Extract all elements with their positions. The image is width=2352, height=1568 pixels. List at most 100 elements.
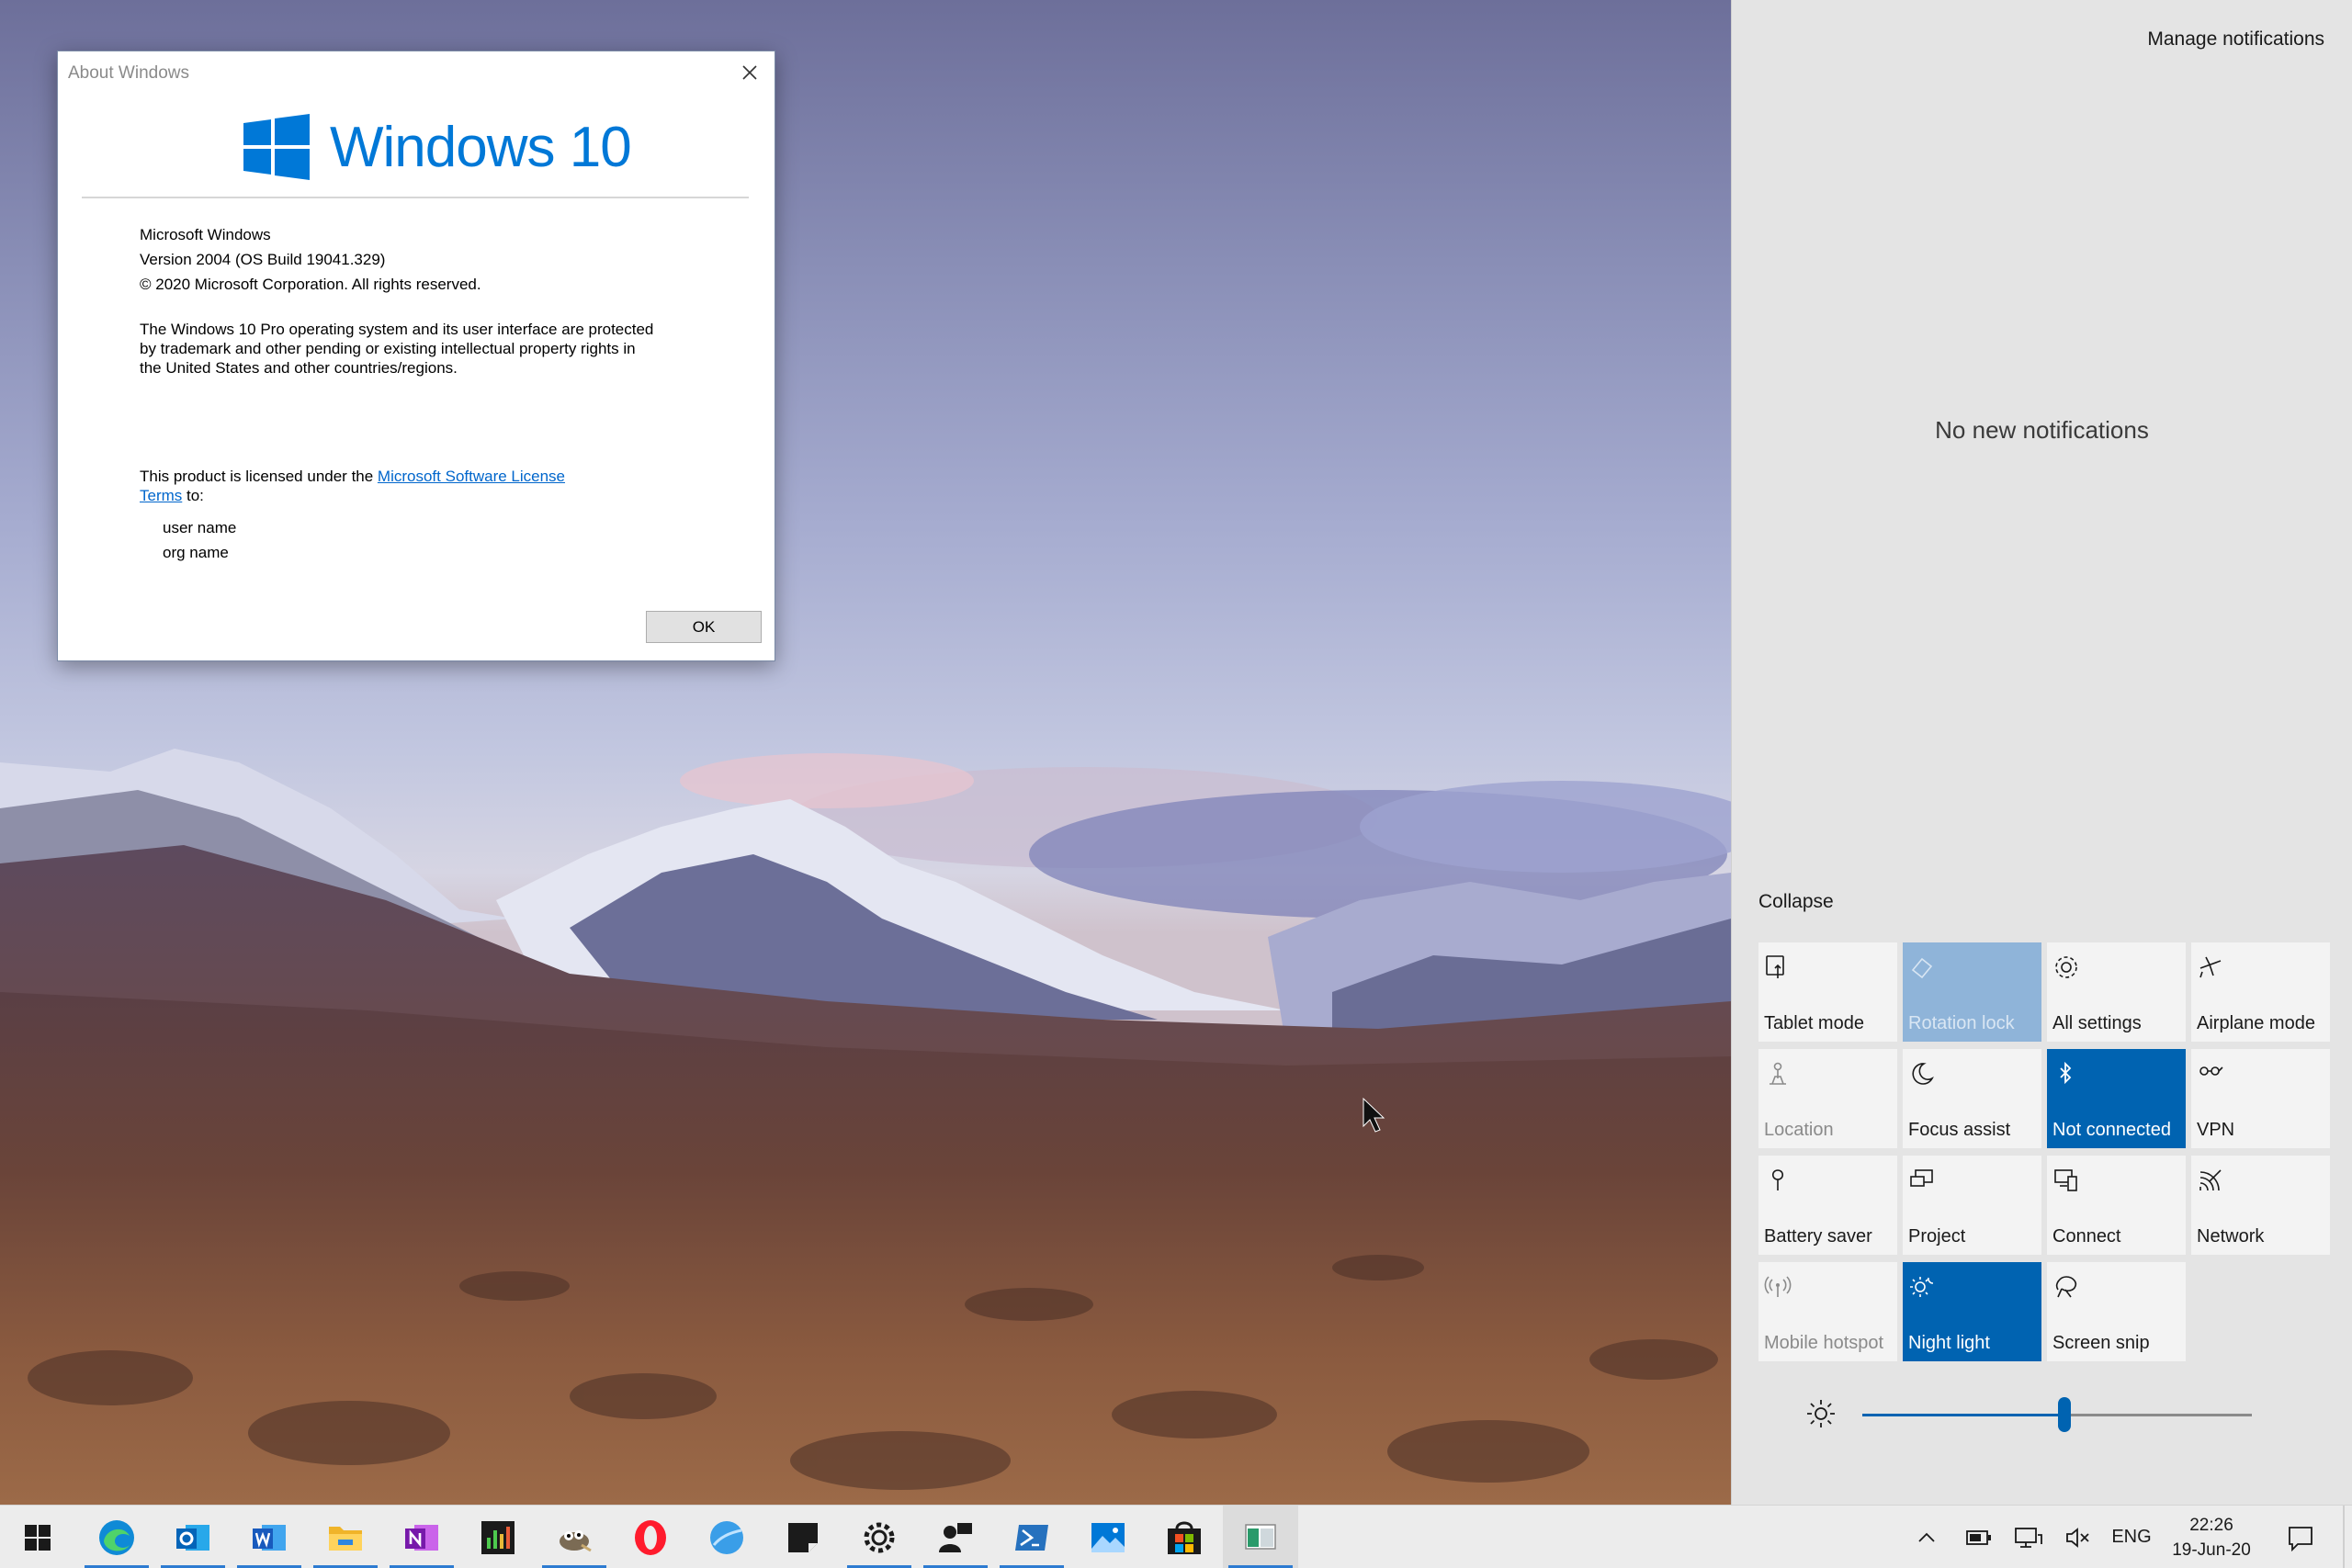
brightness-thumb[interactable] xyxy=(2058,1397,2072,1432)
taskbar: ENG 22:26 19-Jun-20 xyxy=(0,1505,2352,1568)
battery-icon xyxy=(1966,1529,1991,1545)
tile-airplane-mode[interactable]: Airplane mode xyxy=(2191,942,2330,1042)
brightness-slider[interactable] xyxy=(1862,1397,2252,1432)
outlook-icon xyxy=(176,1524,209,1551)
tile-label: Project xyxy=(1908,1226,1966,1247)
version-string: Version 2004 (OS Build 19041.329) xyxy=(140,251,386,268)
legal-line: the United States and other countries/re… xyxy=(140,359,458,377)
taskbar-word[interactable] xyxy=(232,1506,307,1568)
volume-tray[interactable] xyxy=(2062,1506,2095,1568)
battery-tray[interactable] xyxy=(1962,1506,1996,1568)
tile-label: Location xyxy=(1764,1120,1834,1140)
chevron-up-icon xyxy=(1918,1532,1935,1542)
tile-location[interactable]: Location xyxy=(1758,1049,1897,1148)
tile-mobile-hotspot[interactable]: Mobile hotspot xyxy=(1758,1262,1897,1361)
ethernet-icon xyxy=(2015,1527,2042,1548)
globe-icon xyxy=(710,1520,743,1554)
taskbar-gimp[interactable] xyxy=(537,1506,612,1568)
tile-all-settings[interactable]: All settings xyxy=(2047,942,2186,1042)
taskbar-photos[interactable] xyxy=(1070,1506,1146,1568)
tile-label: Screen snip xyxy=(2052,1333,2150,1353)
copyright: © 2020 Microsoft Corporation. All rights… xyxy=(140,276,481,293)
license-terms-link-2[interactable]: Terms xyxy=(140,487,182,504)
tile-network[interactable]: Network xyxy=(2191,1156,2330,1255)
taskbar-active-app[interactable] xyxy=(1223,1506,1298,1568)
windows-flag-icon xyxy=(243,114,310,180)
manage-notifications-link[interactable]: Manage notifications xyxy=(2147,28,2324,51)
collapse-link[interactable]: Collapse xyxy=(1758,891,1834,913)
taskbar-opera[interactable] xyxy=(613,1506,688,1568)
user-name: user name xyxy=(163,519,237,536)
clock[interactable]: 22:26 19-Jun-20 xyxy=(2161,1513,2262,1562)
task-manager-icon xyxy=(481,1520,514,1554)
tile-connect[interactable]: Connect xyxy=(2047,1156,2186,1255)
airplane-icon xyxy=(2197,953,2224,981)
show-hidden-icons-button[interactable] xyxy=(1913,1506,1940,1568)
tile-bluetooth[interactable]: Not connected xyxy=(2047,1049,2186,1148)
network-tray[interactable] xyxy=(2012,1506,2045,1568)
tile-label: Mobile hotspot xyxy=(1764,1333,1884,1353)
project-icon xyxy=(1908,1167,1936,1194)
taskbar-onenote[interactable] xyxy=(384,1506,459,1568)
photos-icon xyxy=(1091,1522,1125,1552)
tile-label: Battery saver xyxy=(1764,1226,1872,1247)
gear-icon xyxy=(2052,953,2080,981)
folder-icon xyxy=(329,1526,362,1551)
brightness-control xyxy=(1805,1396,2338,1433)
powershell-icon xyxy=(1015,1524,1048,1551)
action-center-button[interactable] xyxy=(2282,1506,2319,1568)
app-window-icon xyxy=(1245,1523,1276,1550)
dialog-titlebar[interactable]: About Windows xyxy=(58,51,775,96)
tile-battery-saver[interactable]: Battery saver xyxy=(1758,1156,1897,1255)
quick-actions-grid: Tablet mode Rotation lock All settings A… xyxy=(1758,942,2330,1361)
word-icon xyxy=(253,1524,286,1551)
windows-start-icon xyxy=(25,1524,51,1551)
hotspot-icon xyxy=(1764,1273,1792,1301)
tile-label: All settings xyxy=(2052,1013,2142,1033)
taskbar-task-manager[interactable] xyxy=(460,1506,536,1568)
taskbar-powershell[interactable] xyxy=(994,1506,1069,1568)
start-button[interactable] xyxy=(0,1506,75,1568)
action-center: Manage notifications No new notification… xyxy=(1731,0,2352,1505)
show-desktop-button[interactable] xyxy=(2343,1506,2345,1568)
about-windows-dialog: About Windows Windows 10 Microsoft Windo… xyxy=(57,51,775,661)
taskbar-browser[interactable] xyxy=(689,1506,764,1568)
tile-label: Network xyxy=(2197,1226,2265,1247)
store-icon xyxy=(1168,1521,1201,1554)
night-light-icon xyxy=(1908,1273,1936,1301)
battery-saver-icon xyxy=(1764,1167,1792,1194)
taskbar-people[interactable] xyxy=(918,1506,993,1568)
dialog-title: About Windows xyxy=(68,63,190,83)
legal-line: The Windows 10 Pro operating system and … xyxy=(140,321,654,338)
tile-night-light[interactable]: Night light xyxy=(1903,1262,2041,1361)
tile-label: Tablet mode xyxy=(1764,1013,1864,1033)
sticky-notes-icon xyxy=(788,1522,818,1552)
tile-screen-snip[interactable]: Screen snip xyxy=(2047,1262,2186,1361)
tile-vpn[interactable]: VPN xyxy=(2191,1049,2330,1148)
taskbar-store[interactable] xyxy=(1147,1506,1222,1568)
clock-date: 19-Jun-20 xyxy=(2172,1540,2251,1560)
taskbar-settings[interactable] xyxy=(842,1506,917,1568)
tile-project[interactable]: Project xyxy=(1903,1156,2041,1255)
divider xyxy=(82,197,749,198)
people-icon xyxy=(939,1522,972,1552)
license-terms-link[interactable]: Microsoft Software License xyxy=(378,468,565,485)
legal-line: by trademark and other pending or existi… xyxy=(140,340,636,357)
tile-tablet-mode[interactable]: Tablet mode xyxy=(1758,942,1897,1042)
moon-icon xyxy=(1908,1060,1936,1088)
taskbar-edge[interactable] xyxy=(79,1506,154,1568)
license-notice: This product is licensed under the Micro… xyxy=(140,467,654,505)
network-icon xyxy=(2197,1167,2224,1194)
taskbar-sticky-notes[interactable] xyxy=(765,1506,841,1568)
ok-button[interactable]: OK xyxy=(646,611,762,643)
tile-focus-assist[interactable]: Focus assist xyxy=(1903,1049,2041,1148)
version-info: Microsoft Windows Version 2004 (OS Build… xyxy=(140,222,481,297)
taskbar-file-explorer[interactable] xyxy=(308,1506,383,1568)
taskbar-outlook[interactable] xyxy=(155,1506,231,1568)
language-indicator[interactable]: ENG xyxy=(2106,1506,2157,1568)
tile-rotation-lock[interactable]: Rotation lock xyxy=(1903,942,2041,1042)
opera-icon xyxy=(635,1519,666,1555)
tile-label: VPN xyxy=(2197,1120,2235,1140)
close-icon[interactable] xyxy=(738,61,762,85)
gear-icon xyxy=(864,1522,895,1552)
